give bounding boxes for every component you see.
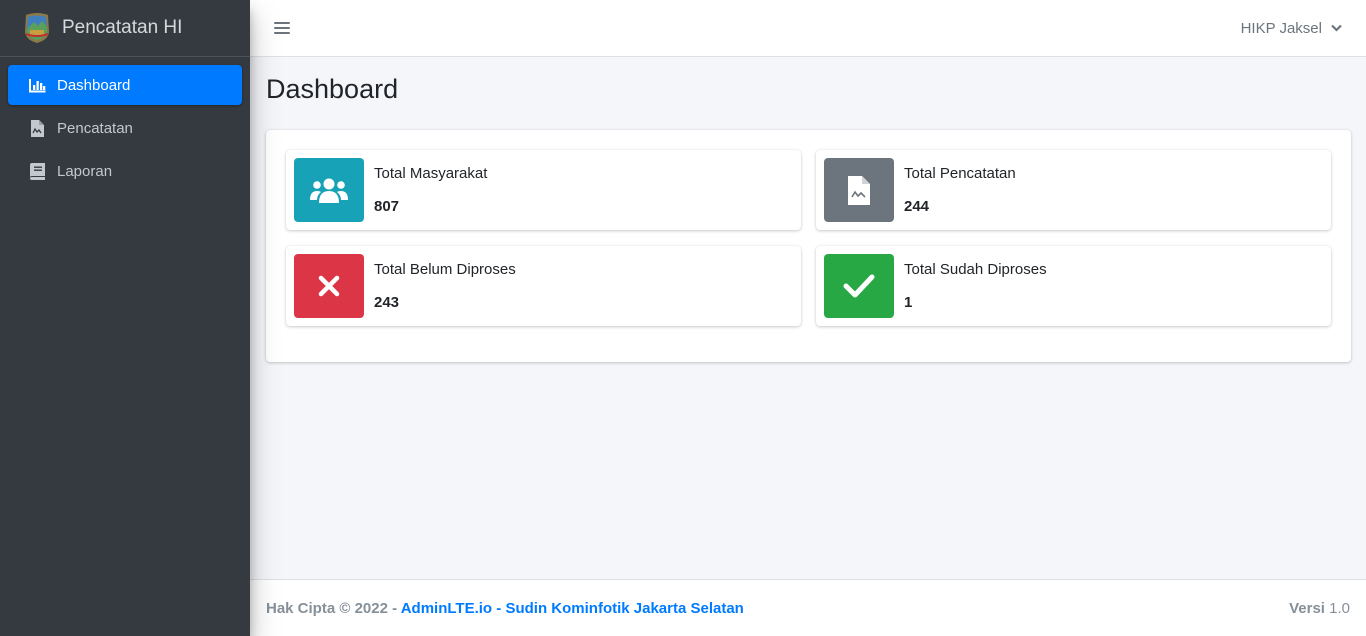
info-box-label: Total Sudah Diproses	[904, 261, 1047, 278]
sidebar-item-label: Dashboard	[57, 76, 131, 94]
sidebar-item-label: Laporan	[57, 162, 113, 180]
sidebar-item-dashboard[interactable]: Dashboard	[8, 65, 242, 105]
content-wrapper: Dashboard Total Masyarakat 807 Total Pen…	[250, 57, 1366, 579]
top-navbar: HIKP Jaksel	[250, 0, 1366, 57]
sidebar-item-pencatatan[interactable]: Pencatatan	[8, 108, 242, 148]
book-icon	[28, 162, 46, 180]
info-box-value: 243	[374, 294, 400, 311]
sudin-kominfotik-link[interactable]: Sudin Kominfotik Jakarta Selatan	[505, 600, 743, 617]
chevron-down-icon	[1331, 24, 1342, 32]
info-box-sudah-diproses: Total Sudah Diproses 1	[816, 246, 1331, 326]
sidebar-item-label: Pencatatan	[57, 119, 133, 137]
stats-card: Total Masyarakat 807 Total Pencatatan 24…	[266, 130, 1351, 362]
users-icon	[294, 158, 364, 222]
brand-title: Pencatatan HI	[62, 17, 183, 38]
check-icon	[824, 254, 894, 318]
adminlte-link[interactable]: AdminLTE.io	[401, 600, 492, 617]
info-box-label: Total Pencatatan	[904, 165, 1016, 182]
version-label: Versi	[1289, 599, 1325, 617]
main-footer: Hak Cipta © 2022 - AdminLTE.io - Sudin K…	[250, 579, 1366, 636]
times-icon	[294, 254, 364, 318]
menu-toggle-icon[interactable]	[274, 21, 290, 35]
brand-link[interactable]: Pencatatan HI	[0, 0, 250, 57]
info-box-pencatatan: Total Pencatatan 244	[816, 150, 1331, 230]
brand-logo-icon	[22, 12, 52, 44]
sidebar-item-laporan[interactable]: Laporan	[8, 151, 242, 191]
page-title: Dashboard	[266, 74, 399, 104]
info-box-label: Total Belum Diproses	[374, 261, 516, 278]
info-box-masyarakat: Total Masyarakat 807	[286, 150, 801, 230]
user-name: HIKP Jaksel	[1240, 19, 1322, 37]
version-number: 1.0	[1329, 599, 1350, 617]
file-signature-icon	[28, 119, 46, 137]
user-menu-dropdown[interactable]: HIKP Jaksel	[1241, 20, 1342, 37]
footer-version: Versi 1.0	[1289, 600, 1350, 617]
file-contract-icon	[824, 158, 894, 222]
footer-copyright: Hak Cipta © 2022 - AdminLTE.io - Sudin K…	[266, 600, 744, 617]
sidebar-nav: Dashboard Pencatatan Laporan	[0, 57, 250, 191]
info-box-value: 807	[374, 198, 400, 215]
link-separator: -	[492, 599, 506, 617]
copyright-text: Hak Cipta © 2022 -	[266, 599, 401, 617]
info-box-value: 244	[904, 198, 930, 215]
info-box-label: Total Masyarakat	[374, 165, 488, 182]
info-box-value: 1	[904, 294, 913, 311]
chart-bar-icon	[28, 76, 46, 94]
info-box-belum-diproses: Total Belum Diproses 243	[286, 246, 801, 326]
sidebar: Pencatatan HI Dashboard Pencatatan Lapor…	[0, 0, 250, 636]
